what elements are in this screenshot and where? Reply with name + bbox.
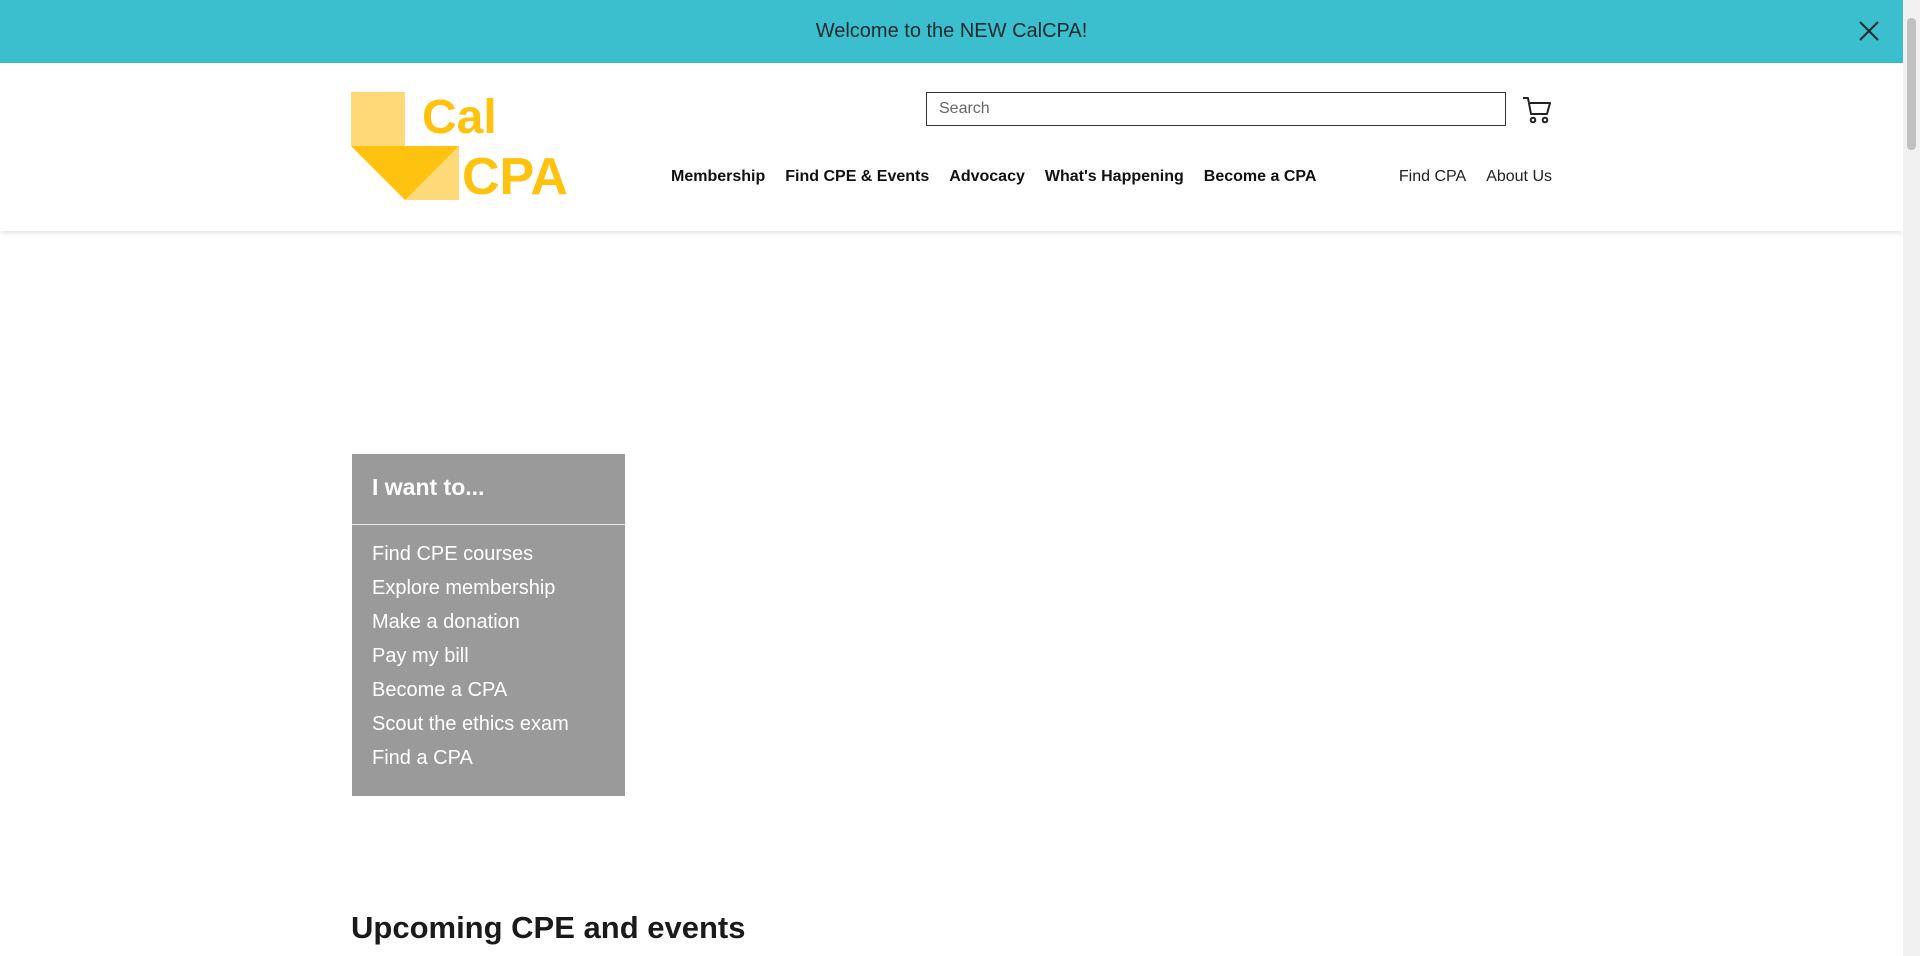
i-want-to-title: I want to... [352,454,625,525]
link-find-a-cpa[interactable]: Find a CPA [372,747,473,769]
list-item: Pay my bill [372,645,605,679]
list-item: Explore membership [372,577,605,611]
nav-advocacy[interactable]: Advocacy [949,168,1025,186]
nav-find-cpa[interactable]: Find CPA [1399,168,1466,186]
link-become-a-cpa[interactable]: Become a CPA [372,679,507,701]
link-scout-ethics-exam[interactable]: Scout the ethics exam [372,713,569,735]
page-scrollbar[interactable] [1903,0,1920,956]
i-want-to-list: Find CPE courses Explore membership Make… [352,525,625,781]
list-item: Make a donation [372,611,605,645]
banner-text: Welcome to the NEW CalCPA! [815,20,1088,42]
shopping-cart-icon[interactable] [1521,95,1553,125]
link-explore-membership[interactable]: Explore membership [372,577,555,599]
list-item: Scout the ethics exam [372,713,605,747]
upcoming-cpe-heading: Upcoming CPE and events [351,910,746,945]
nav-become-a-cpa[interactable]: Become a CPA [1204,168,1317,186]
welcome-banner: Welcome to the NEW CalCPA! [0,0,1903,63]
list-item: Become a CPA [372,679,605,713]
i-want-to-box: I want to... Find CPE courses Explore me… [352,454,625,796]
main-nav: Membership Find CPE & Events Advocacy Wh… [671,168,1316,186]
calcpa-logo[interactable]: Cal CPA [351,91,573,206]
nav-about-us[interactable]: About Us [1486,168,1552,186]
logo-text-cpa: CPA [462,148,568,203]
site-header: Cal CPA Membership Find CPE & Events Adv… [0,63,1903,231]
nav-membership[interactable]: Membership [671,168,765,186]
scrollbar-thumb[interactable] [1907,18,1916,150]
link-make-a-donation[interactable]: Make a donation [372,611,520,633]
nav-find-cpe-events[interactable]: Find CPE & Events [785,168,929,186]
link-pay-my-bill[interactable]: Pay my bill [372,645,469,667]
search-input[interactable] [926,92,1506,126]
logo-text-cal: Cal [422,92,497,144]
utility-nav: Find CPA About Us [1399,168,1552,186]
list-item: Find CPE courses [372,543,605,577]
link-find-cpe-courses[interactable]: Find CPE courses [372,543,533,565]
nav-whats-happening[interactable]: What's Happening [1045,168,1184,186]
close-icon[interactable] [1855,17,1883,45]
list-item: Find a CPA [372,747,605,781]
